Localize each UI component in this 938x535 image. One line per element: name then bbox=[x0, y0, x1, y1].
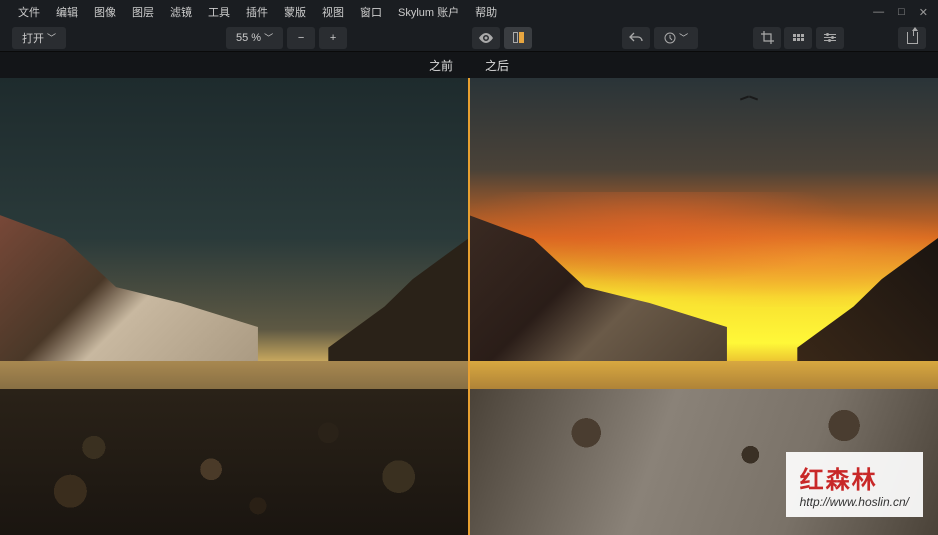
share-button[interactable] bbox=[898, 27, 926, 49]
before-image bbox=[0, 78, 469, 535]
grid-icon bbox=[793, 34, 804, 41]
presets-button[interactable] bbox=[784, 27, 812, 49]
menu-masks[interactable]: 蒙版 bbox=[276, 4, 314, 20]
menu-bar: 文件 编辑 图像 图层 滤镜 工具 插件 蒙版 视图 窗口 Skylum 账户 … bbox=[0, 0, 938, 24]
window-controls: — □ ✕ bbox=[873, 6, 928, 19]
preview-toggle-button[interactable] bbox=[472, 27, 500, 49]
bird-silhouette bbox=[740, 95, 758, 101]
panel-controls bbox=[784, 27, 926, 49]
menu-tools[interactable]: 工具 bbox=[200, 4, 238, 20]
eye-icon bbox=[479, 33, 493, 43]
plus-icon: + bbox=[330, 32, 336, 44]
menu-image[interactable]: 图像 bbox=[86, 4, 124, 20]
chevron-down-icon: ﹀ bbox=[679, 31, 688, 44]
view-mode-controls bbox=[472, 27, 532, 49]
compare-divider[interactable] bbox=[468, 78, 470, 535]
menu-edit[interactable]: 编辑 bbox=[48, 4, 86, 20]
crop-button[interactable] bbox=[753, 27, 781, 49]
clock-icon bbox=[664, 32, 676, 44]
menu-filter[interactable]: 滤镜 bbox=[162, 4, 200, 20]
history-controls: ﹀ bbox=[622, 27, 698, 49]
zoom-out-button[interactable]: − bbox=[287, 27, 315, 49]
open-button[interactable]: 打开 ﹀ bbox=[12, 27, 66, 49]
toolbar: 打开 ﹀ 55 % ﹀ − + ﹀ bbox=[0, 24, 938, 52]
undo-icon bbox=[629, 32, 643, 44]
adjustments-button[interactable] bbox=[816, 27, 844, 49]
zoom-controls: 55 % ﹀ − + bbox=[226, 27, 347, 49]
menu-plugins[interactable]: 插件 bbox=[238, 4, 276, 20]
sliders-icon bbox=[824, 34, 836, 41]
compare-icon bbox=[513, 32, 524, 43]
before-label: 之前 bbox=[0, 52, 469, 78]
crop-icon bbox=[761, 31, 774, 44]
zoom-dropdown[interactable]: 55 % ﹀ bbox=[226, 27, 283, 49]
minimize-button[interactable]: — bbox=[873, 6, 884, 19]
chevron-down-icon: ﹀ bbox=[47, 31, 56, 44]
menu-account[interactable]: Skylum 账户 bbox=[390, 4, 467, 20]
minus-icon: − bbox=[298, 32, 304, 44]
share-icon bbox=[907, 32, 918, 44]
undo-button[interactable] bbox=[622, 27, 650, 49]
menu-window[interactable]: 窗口 bbox=[352, 4, 390, 20]
chevron-down-icon: ﹀ bbox=[264, 31, 273, 44]
menu-help[interactable]: 帮助 bbox=[467, 4, 505, 20]
watermark-title: 红森林 bbox=[800, 460, 909, 495]
zoom-in-button[interactable]: + bbox=[319, 27, 347, 49]
compare-toggle-button[interactable] bbox=[504, 27, 532, 49]
zoom-value: 55 % bbox=[236, 32, 261, 44]
compare-labels: 之前 之后 bbox=[0, 52, 938, 78]
watermark-url: http://www.hoslin.cn/ bbox=[800, 495, 909, 509]
watermark: 红森林 http://www.hoslin.cn/ bbox=[786, 452, 923, 517]
after-label: 之后 bbox=[469, 52, 938, 78]
menu-file[interactable]: 文件 bbox=[10, 4, 48, 20]
maximize-button[interactable]: □ bbox=[898, 6, 905, 19]
menu-layer[interactable]: 图层 bbox=[124, 4, 162, 20]
history-dropdown[interactable]: ﹀ bbox=[654, 27, 698, 49]
menu-view[interactable]: 视图 bbox=[314, 4, 352, 20]
close-button[interactable]: ✕ bbox=[919, 6, 928, 19]
open-label: 打开 bbox=[22, 30, 44, 46]
